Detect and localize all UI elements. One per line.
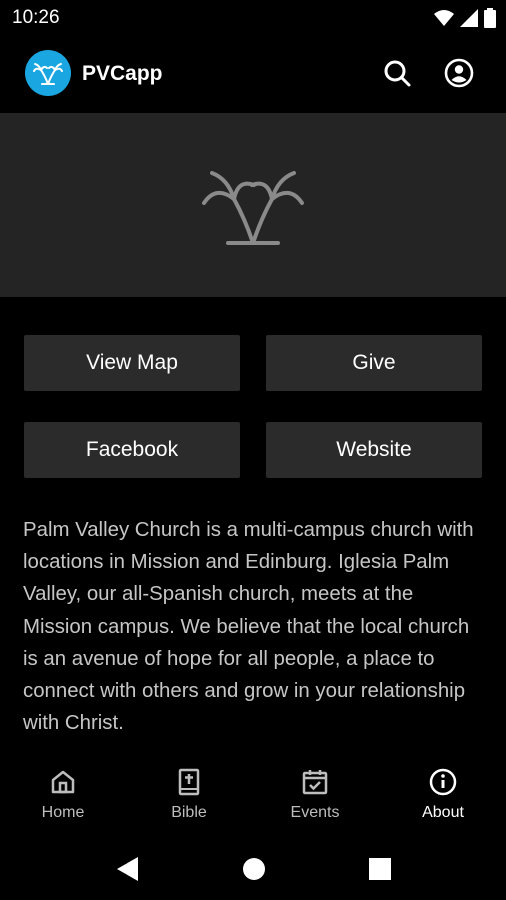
battery-icon xyxy=(484,8,496,28)
nav-events[interactable]: Events xyxy=(252,752,378,836)
nav-bible[interactable]: Bible xyxy=(126,752,252,836)
nav-about-label: About xyxy=(422,804,464,821)
app-logo xyxy=(25,50,71,96)
info-icon xyxy=(429,768,457,796)
nav-about[interactable]: About xyxy=(380,752,506,836)
system-home-button[interactable] xyxy=(239,854,269,884)
hero-banner xyxy=(0,113,506,297)
bottom-nav: Home Bible Events About xyxy=(0,752,506,836)
home-icon xyxy=(51,770,75,794)
about-description: Palm Valley Church is a multi-campus chu… xyxy=(23,519,474,735)
back-icon xyxy=(117,857,138,881)
palm-logo-icon xyxy=(33,63,63,85)
calendar-icon xyxy=(302,770,328,795)
search-icon xyxy=(384,60,411,87)
recents-icon xyxy=(369,858,391,880)
search-button[interactable] xyxy=(380,56,414,90)
wifi-icon xyxy=(434,10,454,26)
system-recents-button[interactable] xyxy=(365,854,395,884)
bible-icon xyxy=(178,768,200,796)
app-title: PVCapp xyxy=(82,62,163,85)
nav-home-label: Home xyxy=(41,804,85,821)
status-bar: 10:26 xyxy=(0,0,506,36)
palm-trees-icon xyxy=(202,171,304,245)
app-bar: PVCapp xyxy=(0,36,506,112)
account-icon xyxy=(444,58,474,88)
status-icons xyxy=(434,7,496,29)
system-nav-bar xyxy=(0,836,506,900)
account-button[interactable] xyxy=(442,56,476,90)
home-circle-icon xyxy=(243,858,265,880)
website-button[interactable]: Website xyxy=(266,422,482,478)
signal-icon xyxy=(460,9,478,27)
system-back-button[interactable] xyxy=(112,854,142,884)
facebook-button[interactable]: Facebook xyxy=(24,422,240,478)
nav-events-label: Events xyxy=(290,804,340,821)
status-time: 10:26 xyxy=(12,7,60,28)
nav-bible-label: Bible xyxy=(171,804,207,821)
view-map-button[interactable]: View Map xyxy=(24,335,240,391)
nav-home[interactable]: Home xyxy=(0,752,126,836)
give-button[interactable]: Give xyxy=(266,335,482,391)
